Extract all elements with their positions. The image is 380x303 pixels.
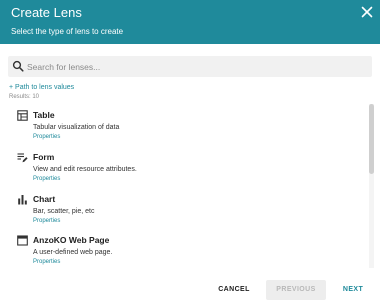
lens-title: Form	[33, 152, 55, 162]
lens-title: Chart	[33, 194, 56, 204]
lens-title: AnzoKO Web Page	[33, 235, 110, 245]
dialog-subtitle: Select the type of lens to create	[11, 27, 124, 36]
web-page-icon	[17, 235, 28, 246]
previous-button[interactable]: PREVIOUS	[266, 280, 326, 300]
lens-properties-link[interactable]: Properties	[33, 218, 60, 224]
lens-description: A user-defined web page.	[33, 249, 113, 256]
search-icon	[12, 60, 24, 72]
dialog-header: Create Lens Select the type of lens to c…	[0, 0, 380, 44]
lens-list: Table Tabular visualization of data Prop…	[0, 104, 368, 268]
lens-item-form[interactable]: Form View and edit resource attributes. …	[0, 149, 368, 187]
search-box	[8, 56, 372, 77]
lens-description: Tabular visualization of data	[33, 124, 120, 131]
scrollbar-thumb[interactable]	[369, 104, 374, 174]
search-input[interactable]	[27, 58, 357, 75]
bar-chart-icon	[18, 195, 27, 205]
close-button[interactable]	[360, 5, 374, 19]
dialog-title: Create Lens	[11, 5, 82, 20]
form-icon	[17, 153, 28, 163]
lens-properties-link[interactable]: Properties	[33, 259, 60, 265]
lens-item-table[interactable]: Table Tabular visualization of data Prop…	[0, 107, 368, 145]
next-button[interactable]: NEXT	[334, 280, 372, 300]
lens-item-web-page[interactable]: AnzoKO Web Page A user-defined web page.…	[0, 232, 368, 268]
table-icon	[17, 110, 28, 121]
results-count: Results: 10	[9, 94, 40, 100]
lens-properties-link[interactable]: Properties	[33, 134, 60, 140]
list-scrollbar[interactable]	[369, 104, 374, 268]
lens-item-chart[interactable]: Chart Bar, scatter, pie, etc Properties	[0, 191, 368, 229]
lens-description: Bar, scatter, pie, etc	[33, 208, 95, 215]
lens-title: Table	[33, 110, 55, 120]
path-to-lens-values-link[interactable]: + Path to lens values	[9, 84, 74, 91]
close-icon	[361, 6, 373, 18]
lens-description: View and edit resource attributes.	[33, 166, 137, 173]
lens-properties-link[interactable]: Properties	[33, 176, 60, 182]
cancel-button[interactable]: CANCEL	[212, 280, 256, 300]
